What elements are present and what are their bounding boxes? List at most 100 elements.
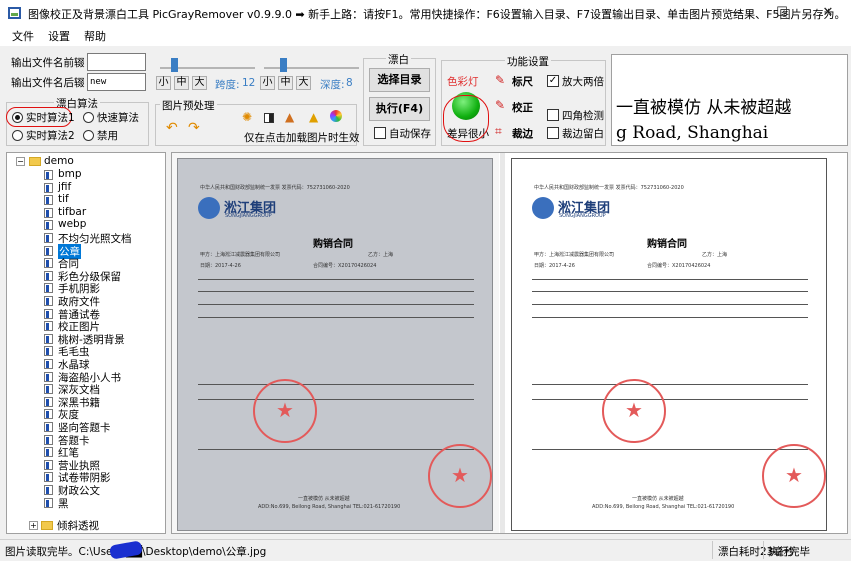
tree-item[interactable]: 海盗船小人书 xyxy=(7,371,165,384)
tree-item[interactable]: tifbar xyxy=(7,205,165,219)
execute-button[interactable]: 执行(F4) xyxy=(369,97,430,121)
pane-divider[interactable] xyxy=(500,153,505,533)
tree-item[interactable]: 毛毛虫 xyxy=(7,345,165,358)
crop-white-checkbox[interactable] xyxy=(547,127,559,139)
tree-item[interactable]: 试卷带阴影 xyxy=(7,471,165,484)
prefix-input[interactable] xyxy=(87,53,146,71)
tree-item[interactable]: 普通试卷 xyxy=(7,308,165,321)
algorithm2-radio[interactable] xyxy=(12,130,23,141)
prefix-label: 输出文件名前辍 xyxy=(11,57,85,69)
fast-algorithm-radio[interactable] xyxy=(83,112,94,123)
crop-label[interactable]: 裁边 xyxy=(512,126,533,141)
tree-folder-label[interactable]: 倾斜透视 xyxy=(57,518,99,533)
file-icon xyxy=(44,359,53,369)
suffix-input[interactable] xyxy=(87,73,146,91)
depth-small-button[interactable]: 小 xyxy=(260,76,275,90)
color-palette-icon[interactable] xyxy=(330,110,342,122)
correct-label[interactable]: 校正 xyxy=(512,100,533,115)
correct-icon[interactable]: ✎ xyxy=(495,98,505,112)
zoom-label[interactable]: 放大两倍 xyxy=(562,74,604,89)
file-icon xyxy=(44,447,53,458)
original-image[interactable]: 中华人民共和国财政部监制统一发票 发票代码：752731060-2020 淞江集… xyxy=(177,158,493,531)
crop-white-label[interactable]: 裁边留白 xyxy=(562,126,604,141)
file-icon xyxy=(44,485,53,495)
warning-icon[interactable]: ▲ xyxy=(309,110,318,124)
tree-item[interactable]: 手机阴影 xyxy=(7,282,165,295)
tree-item[interactable]: 灰度 xyxy=(7,408,165,421)
autosave-checkbox[interactable] xyxy=(374,127,386,139)
span-large-button[interactable]: 大 xyxy=(192,76,207,90)
span-medium-button[interactable]: 中 xyxy=(174,76,189,90)
ruler-icon[interactable]: ✎ xyxy=(495,73,505,87)
depth-large-button[interactable]: 大 xyxy=(296,76,311,90)
undo-icon[interactable]: ↶ xyxy=(166,120,178,136)
tree-item[interactable]: 竖向答题卡 xyxy=(7,421,165,434)
brightness-icon[interactable]: ✺ xyxy=(242,110,252,124)
tree-item[interactable]: 财政公文 xyxy=(7,484,165,497)
highlight-circle-light xyxy=(443,95,489,142)
ruler-label[interactable]: 标尺 xyxy=(512,74,533,89)
table-line xyxy=(198,304,474,305)
tree-item[interactable]: 合同 xyxy=(7,257,165,270)
tree-item[interactable]: 政府文件 xyxy=(7,295,165,308)
depth-slider-thumb[interactable] xyxy=(279,58,287,72)
depth-medium-button[interactable]: 中 xyxy=(278,76,293,90)
tree-item[interactable]: 红笔 xyxy=(7,446,165,459)
disable-radio[interactable] xyxy=(83,130,94,141)
tree-item[interactable]: 深黑书籍 xyxy=(7,396,165,409)
file-icon xyxy=(44,182,53,193)
file-icon xyxy=(44,170,53,180)
file-tree[interactable]: − demo bmp jfif tif tifbar webp 不均匀光照文档 公章 合同 彩色… xyxy=(6,152,166,534)
tree-item-label: tifbar xyxy=(58,205,87,218)
tree-item[interactable]: 黑 xyxy=(7,497,165,510)
levels-icon[interactable]: ▲ xyxy=(285,110,294,124)
tree-item[interactable]: tif xyxy=(7,193,165,206)
company-logo xyxy=(532,197,554,219)
tree-item[interactable]: 答题卡 xyxy=(7,434,165,447)
file-icon xyxy=(44,258,53,269)
menu-help[interactable]: 帮助 xyxy=(84,28,106,44)
zoom-preview[interactable]: 一直被模仿 从未被超越 g Road, Shanghai xyxy=(611,54,848,146)
select-dir-button[interactable]: 选择目录 xyxy=(369,68,430,92)
crop-icon[interactable]: ⌗ xyxy=(495,124,502,139)
autosave-label[interactable]: 自动保存 xyxy=(389,126,431,141)
file-icon xyxy=(44,396,53,407)
tree-item[interactable]: webp xyxy=(7,218,165,231)
expand-icon[interactable]: + xyxy=(29,521,38,530)
depth-slider-track[interactable] xyxy=(264,67,359,69)
tree-item[interactable]: 桃树-透明背景 xyxy=(7,333,165,346)
maximize-button[interactable]: ☐ xyxy=(759,0,805,26)
tree-item[interactable]: 水晶球 xyxy=(7,358,165,371)
tree-item-label: webp xyxy=(58,218,87,231)
tree-item[interactable]: 营业执照 xyxy=(7,459,165,472)
algorithm1-radio[interactable] xyxy=(12,112,23,123)
span-slider-thumb[interactable] xyxy=(170,58,178,72)
menu-settings[interactable]: 设置 xyxy=(48,28,70,44)
tree-item[interactable]: 校正图片 xyxy=(7,320,165,333)
redo-icon[interactable]: ↷ xyxy=(188,120,200,136)
file-icon xyxy=(44,321,53,332)
menu-file[interactable]: 文件 xyxy=(12,28,34,44)
tree-item[interactable]: 公章 xyxy=(7,243,165,259)
minimize-button[interactable]: — xyxy=(713,0,759,26)
algorithm2-label[interactable]: 实时算法2 xyxy=(26,128,75,143)
tree-item[interactable]: jfif xyxy=(7,181,165,194)
tree-item[interactable]: 不均匀光照文档 xyxy=(7,232,165,245)
tree-item[interactable]: 彩色分级保留 xyxy=(7,270,165,283)
file-icon xyxy=(44,422,53,432)
span-small-button[interactable]: 小 xyxy=(156,76,171,90)
tree-item[interactable]: bmp xyxy=(7,168,165,181)
algorithm1-label[interactable]: 实时算法1 xyxy=(26,110,75,125)
tree-item[interactable]: 深灰文档 xyxy=(7,383,165,396)
contrast-icon[interactable] xyxy=(264,113,274,123)
corner-label[interactable]: 四角检测 xyxy=(562,108,604,123)
processed-image[interactable]: 中华人民共和国财政部监制统一发票 发票代码：752731060-2020 淞江集… xyxy=(511,158,827,531)
fast-algorithm-label[interactable]: 快速算法 xyxy=(97,110,139,125)
corner-checkbox[interactable] xyxy=(547,109,559,121)
collapse-icon[interactable]: − xyxy=(16,157,25,166)
disable-label[interactable]: 禁用 xyxy=(97,128,118,143)
zoom-checkbox[interactable]: ✓ xyxy=(547,75,559,87)
company-logo xyxy=(198,197,220,219)
tree-root-label[interactable]: demo xyxy=(44,155,74,167)
close-button[interactable]: ✕ xyxy=(805,0,851,26)
